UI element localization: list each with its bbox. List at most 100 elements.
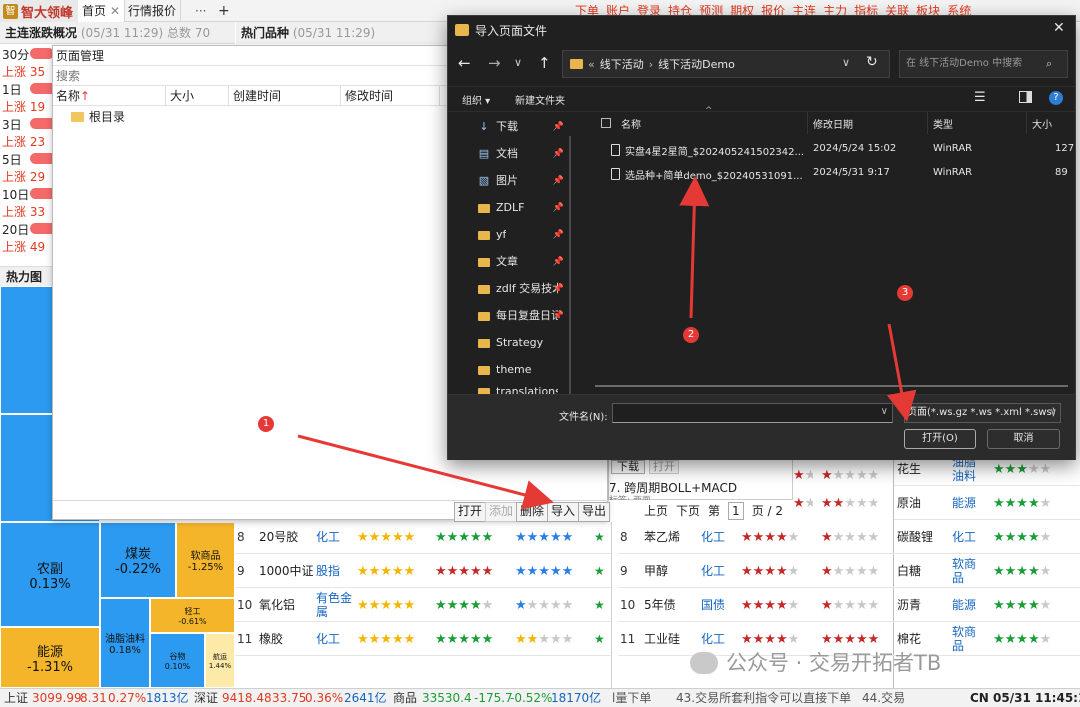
nav-scrollbar[interactable]: [569, 136, 571, 396]
row-name[interactable]: 甲醇: [644, 554, 699, 588]
open-page-button[interactable]: 打开: [454, 502, 486, 522]
chevron-down-icon[interactable]: ∨: [881, 406, 888, 417]
col-modified[interactable]: 修改时间: [345, 86, 393, 106]
heatmap-tile[interactable]: 煤炭 -0.22%: [100, 522, 176, 598]
tab-quotes[interactable]: 行情报价: [124, 0, 182, 22]
row-sector[interactable]: 股指: [316, 554, 356, 588]
breadcrumb-item[interactable]: 线下活动Demo: [658, 56, 735, 72]
forward-icon[interactable]: →: [488, 54, 501, 72]
chevron-down-icon[interactable]: ∨: [842, 56, 850, 69]
col-created[interactable]: 创建时间: [233, 86, 281, 106]
heatmap-tile[interactable]: 轻工 -0.61%: [150, 598, 235, 633]
nav-item[interactable]: ZDLF 📌: [448, 195, 568, 221]
heatmap-tile[interactable]: 能源 -1.31%: [0, 627, 100, 688]
filename-input[interactable]: ∨: [612, 403, 893, 423]
row-name[interactable]: 碳酸锂: [897, 520, 947, 554]
row-sector[interactable]: 化工: [316, 520, 356, 554]
export-page-button[interactable]: 导出: [578, 502, 610, 522]
cancel-button[interactable]: 取消: [987, 429, 1060, 449]
row-sector[interactable]: 有色金属: [316, 588, 356, 622]
refresh-icon[interactable]: ↻: [866, 54, 878, 70]
heatmap-tile[interactable]: 软商品 -1.25%: [176, 522, 235, 598]
delete-page-button[interactable]: 删除: [516, 502, 548, 522]
download-button[interactable]: 下载: [611, 460, 645, 474]
pin-icon[interactable]: 📌: [553, 168, 564, 194]
open-button[interactable]: 打开: [649, 460, 679, 474]
close-icon[interactable]: ✕: [1053, 20, 1065, 36]
preview-pane-icon[interactable]: [1019, 91, 1032, 103]
col-name[interactable]: 名称↑: [56, 86, 90, 106]
nav-item[interactable]: ▧ 图片 📌: [448, 168, 568, 194]
pin-icon[interactable]: 📌: [553, 114, 564, 140]
organize-button[interactable]: 组织 ▾: [462, 92, 490, 107]
chevron-down-icon[interactable]: ∨: [514, 56, 522, 69]
help-icon[interactable]: ?: [1049, 91, 1063, 105]
add-page-button[interactable]: 添加: [485, 502, 517, 522]
breadcrumb-item[interactable]: 线下活动: [600, 56, 644, 72]
select-all-checkbox[interactable]: [601, 118, 611, 128]
add-tab-icon[interactable]: +: [218, 0, 230, 22]
nav-item[interactable]: ↓ 下载 📌: [448, 114, 568, 140]
heatmap-tile[interactable]: 农副 0.13%: [0, 522, 100, 627]
row-name[interactable]: 20号胶: [259, 520, 314, 554]
nav-item[interactable]: zdlf 交易技术 📌: [448, 276, 568, 302]
heatmap-tile[interactable]: 谷物 0.10%: [150, 633, 205, 688]
row-sector[interactable]: 能源: [952, 588, 982, 622]
row-sector[interactable]: 能源: [952, 486, 982, 520]
file-name[interactable]: 实盘4星2星简_$202405241502342...: [625, 143, 804, 158]
row-name[interactable]: 5年债: [644, 588, 699, 622]
new-folder-button[interactable]: 新建文件夹: [515, 92, 565, 107]
horizontal-scrollbar[interactable]: [595, 385, 1068, 387]
col-type[interactable]: 类型: [933, 116, 953, 131]
pin-icon[interactable]: 📌: [553, 303, 564, 329]
back-icon[interactable]: ←: [458, 54, 471, 72]
next-page-button[interactable]: 下页: [676, 500, 700, 522]
prev-page-button[interactable]: 上页: [644, 500, 668, 522]
nav-item[interactable]: theme: [448, 357, 568, 383]
pin-icon[interactable]: 📌: [553, 249, 564, 275]
nav-item[interactable]: yf 📌: [448, 222, 568, 248]
col-name[interactable]: 名称: [621, 116, 641, 131]
file-name[interactable]: 选品种+简单demo_$20240531091...: [625, 167, 803, 182]
pin-icon[interactable]: 📌: [553, 141, 564, 167]
path-overflow[interactable]: «: [588, 58, 595, 71]
row-name[interactable]: 沥青: [897, 588, 947, 622]
row-name[interactable]: 原油: [897, 486, 947, 520]
row-sector[interactable]: 软商品: [952, 622, 982, 656]
heatmap-tile[interactable]: 油脂油料 0.18%: [100, 598, 150, 688]
tab-home[interactable]: 首页 ✕: [78, 0, 126, 22]
view-icon[interactable]: ☰: [974, 90, 986, 105]
page-input[interactable]: 1: [728, 502, 744, 520]
col-size[interactable]: 大小: [1032, 116, 1052, 131]
row-sector[interactable]: 化工: [952, 520, 982, 554]
row-sector[interactable]: 化工: [316, 622, 356, 656]
more-tabs-icon[interactable]: ···: [195, 0, 206, 22]
file-row[interactable]: 选品种+简单demo_$20240531091... 2024/5/31 9:17…: [595, 164, 1075, 186]
col-size[interactable]: 大小: [170, 86, 194, 106]
close-icon[interactable]: ✕: [110, 4, 120, 18]
row-name[interactable]: 氧化铝: [259, 588, 314, 622]
file-row[interactable]: 实盘4星2星简_$202405241502342... 2024/5/24 15:…: [595, 140, 1075, 162]
row-name[interactable]: 橡胶: [259, 622, 314, 656]
pin-icon[interactable]: 📌: [553, 222, 564, 248]
pin-icon[interactable]: 📌: [553, 276, 564, 302]
up-icon[interactable]: ↑: [538, 54, 551, 72]
row-name[interactable]: 苯乙烯: [644, 520, 699, 554]
row-sector[interactable]: 化工: [701, 554, 731, 588]
row-name[interactable]: 1000中证: [259, 554, 314, 588]
heatmap-tile[interactable]: 航运 1.44%: [205, 633, 235, 688]
row-sector[interactable]: 软商品: [952, 554, 982, 588]
nav-item[interactable]: 文章 📌: [448, 249, 568, 275]
import-page-button[interactable]: 导入: [547, 502, 579, 522]
col-date[interactable]: 修改日期: [813, 116, 853, 131]
nav-item[interactable]: 每日复盘日记 📌: [448, 303, 568, 329]
open-button[interactable]: 打开(O): [904, 429, 976, 449]
nav-item[interactable]: Strategy: [448, 330, 568, 356]
search-input[interactable]: 在 线下活动Demo 中搜索: [899, 50, 1068, 78]
pin-icon[interactable]: 📌: [553, 195, 564, 221]
nav-item[interactable]: ▤ 文档 📌: [448, 141, 568, 167]
row-sector[interactable]: 国债: [701, 588, 731, 622]
row-name[interactable]: 白糖: [897, 554, 947, 588]
row-sector[interactable]: 化工: [701, 520, 731, 554]
address-bar[interactable]: « 线下活动 › 线下活动Demo: [562, 50, 890, 78]
